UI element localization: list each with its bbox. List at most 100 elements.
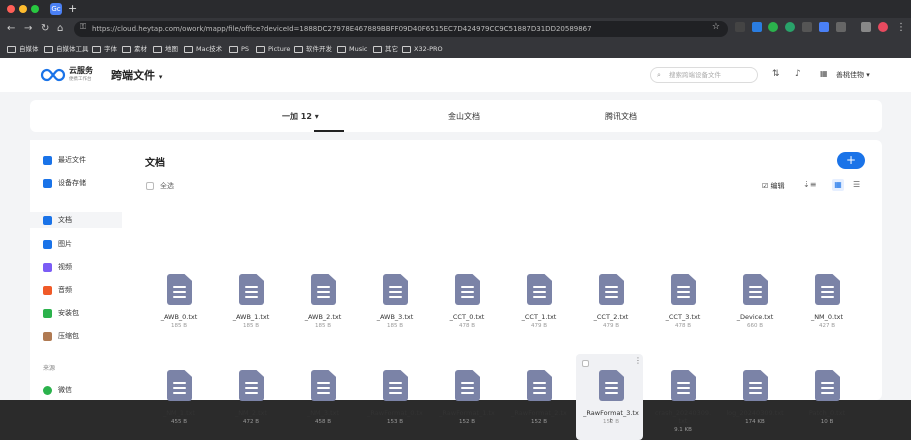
new-tab-icon[interactable]: +: [68, 2, 77, 15]
home-icon[interactable]: ⌂: [57, 23, 63, 35]
file-item[interactable]: _NM_3.txt 458 B: [294, 370, 352, 440]
bookmark-item[interactable]: 地图: [153, 43, 178, 55]
sidebar-item-documents[interactable]: 文档: [43, 214, 72, 226]
tab-tencent-docs[interactable]: 腾讯文档: [605, 111, 637, 122]
edit-button[interactable]: ☑ 编辑: [762, 181, 785, 191]
sidebar-item-archives[interactable]: 压缩包: [43, 330, 79, 342]
file-name: _CCT_2.txt: [593, 313, 629, 321]
extension-icon[interactable]: [768, 22, 778, 32]
sort-icon[interactable]: ⇣≡: [803, 180, 816, 189]
file-item[interactable]: _AWB_2.txt 185 B: [294, 274, 352, 344]
file-item[interactable]: _AWB_1.txt 185 B: [222, 274, 280, 344]
sidebar-item-recent[interactable]: 最近文件: [43, 154, 86, 166]
file-item[interactable]: _NM_1.txt 455 B: [150, 370, 208, 440]
video-icon: [43, 262, 52, 272]
user-menu[interactable]: 善桃佳物 ▾: [836, 70, 870, 80]
file-size: 427 B: [818, 323, 836, 329]
bookmark-item[interactable]: X32-PRO: [402, 43, 443, 55]
storage-icon: [43, 178, 52, 188]
file-size: 174 KB: [745, 419, 765, 425]
file-checkbox[interactable]: [582, 360, 589, 367]
file-item[interactable]: _CCT_3.txt 478 B: [654, 274, 712, 344]
page-title[interactable]: 跨端文件 ▾: [111, 67, 162, 83]
file-name: _CCT_0.txt: [449, 313, 485, 321]
sidebar-item-audio[interactable]: 音频: [43, 284, 72, 296]
maximize-window-icon[interactable]: [31, 5, 39, 13]
extension-icon[interactable]: [802, 22, 812, 32]
file-item[interactable]: _CCT_1.txt 479 B: [510, 274, 568, 344]
bookmark-star-icon[interactable]: ☆: [712, 22, 720, 32]
bookmark-item[interactable]: 其它: [373, 43, 398, 55]
document-file-icon: [239, 274, 264, 305]
select-all-label[interactable]: 全选: [160, 181, 174, 191]
file-item[interactable]: _NM_0.txt 427 B: [798, 274, 856, 344]
bookmark-item[interactable]: 素材: [122, 43, 147, 55]
sidebar-item-wechat[interactable]: 微信: [43, 384, 72, 396]
bookmark-item[interactable]: 字体: [92, 43, 117, 55]
extensions-puzzle-icon[interactable]: [836, 22, 846, 32]
sidebar-item-device-storage[interactable]: 设备存储: [43, 177, 86, 189]
sidebar-item-images[interactable]: 图片: [43, 238, 72, 250]
file-item[interactable]: _RawFormat_0.txt 153 B: [366, 370, 424, 440]
archive-icon: [43, 331, 52, 341]
menu-icon[interactable]: ⋮: [896, 22, 906, 34]
list-view-icon[interactable]: ☰: [853, 180, 860, 189]
file-item[interactable]: _RawFormat_1.txt 152 B: [438, 370, 496, 440]
cloud-logo-icon: [40, 68, 66, 82]
search-input[interactable]: ⌕ 搜索跨端设备文件: [650, 67, 758, 83]
file-item[interactable]: crash_20240309.txt 9.1 KB: [654, 370, 712, 440]
forward-icon[interactable]: →: [24, 23, 32, 35]
package-icon: [43, 308, 52, 318]
file-item[interactable]: _Device.txt 660 B: [726, 274, 784, 344]
notification-bell-icon[interactable]: ♪: [795, 69, 801, 79]
bookmark-item[interactable]: PS: [229, 43, 249, 55]
add-button[interactable]: +: [837, 152, 865, 169]
file-item[interactable]: _AWB_0.txt 185 B: [150, 274, 208, 344]
bookmark-item[interactable]: 软件开发: [294, 43, 332, 55]
browser-tab[interactable]: Gⅽ: [50, 3, 62, 15]
tab-device-oneplus[interactable]: 一加 12 ▾: [282, 111, 319, 122]
bookmark-item[interactable]: Music: [337, 43, 368, 55]
bookmark-item[interactable]: Mac技术: [184, 43, 222, 55]
document-file-icon: [743, 274, 768, 305]
file-item[interactable]: _RawFormat_3.txt 152 B: [582, 370, 640, 440]
file-size: 10 B: [820, 419, 834, 425]
transfer-icon[interactable]: ⇅: [772, 69, 780, 79]
extension-icon[interactable]: [735, 22, 745, 32]
sidebar-item-video[interactable]: 视频: [43, 261, 72, 273]
sidebar: 最近文件 设备存储 文档 图片 视频 音频 安装包 压缩包 来源 微信: [30, 140, 122, 400]
file-item[interactable]: _CCT_2.txt 479 B: [582, 274, 640, 344]
file-size: 478 B: [674, 323, 692, 329]
file-item[interactable]: log_20240309.txt 174 KB: [726, 370, 784, 440]
file-size: 153 B: [386, 419, 404, 425]
extension-icon[interactable]: [819, 22, 829, 32]
extension-icon[interactable]: [752, 22, 762, 32]
file-item[interactable]: _AWB_3.txt 185 B: [366, 274, 424, 344]
grid-view-icon[interactable]: ▦: [832, 179, 844, 191]
file-item[interactable]: _CCT_0.txt 478 B: [438, 274, 496, 344]
file-name: _CCT_3.txt: [665, 313, 701, 321]
reload-icon[interactable]: ↻: [41, 23, 49, 35]
sidebar-item-apk[interactable]: 安装包: [43, 307, 79, 319]
lock-icon: ⚿: [80, 22, 87, 31]
address-bar[interactable]: ⚿ https://cloud.heytap.com/owork/mapp/fi…: [74, 21, 728, 37]
minimize-window-icon[interactable]: [19, 5, 27, 13]
document-file-icon: [599, 274, 624, 305]
file-item[interactable]: Patch_0.txt 10 B: [798, 370, 856, 440]
bookmark-item[interactable]: 自媒体工具: [44, 43, 89, 55]
sidebar-toggle-icon[interactable]: [861, 22, 871, 32]
extension-icon[interactable]: [785, 22, 795, 32]
grid-apps-icon[interactable]: ▦: [820, 69, 828, 78]
bookmark-item[interactable]: Picture: [256, 43, 290, 55]
select-all-checkbox[interactable]: [146, 182, 154, 190]
tab-kingsoft-docs[interactable]: 金山文档: [448, 111, 480, 122]
bookmark-item[interactable]: 自媒体: [7, 43, 39, 55]
file-name: log_20240309.txt: [726, 409, 784, 417]
profile-avatar[interactable]: [878, 22, 888, 32]
more-options-icon[interactable]: ⋮: [634, 356, 642, 365]
file-item[interactable]: _RawFormat_2.txt 152 B: [510, 370, 568, 440]
back-icon[interactable]: ←: [7, 23, 15, 35]
close-window-icon[interactable]: [7, 5, 15, 13]
document-file-icon: [671, 274, 696, 305]
file-item[interactable]: _NM_2.txt 472 B: [222, 370, 280, 440]
